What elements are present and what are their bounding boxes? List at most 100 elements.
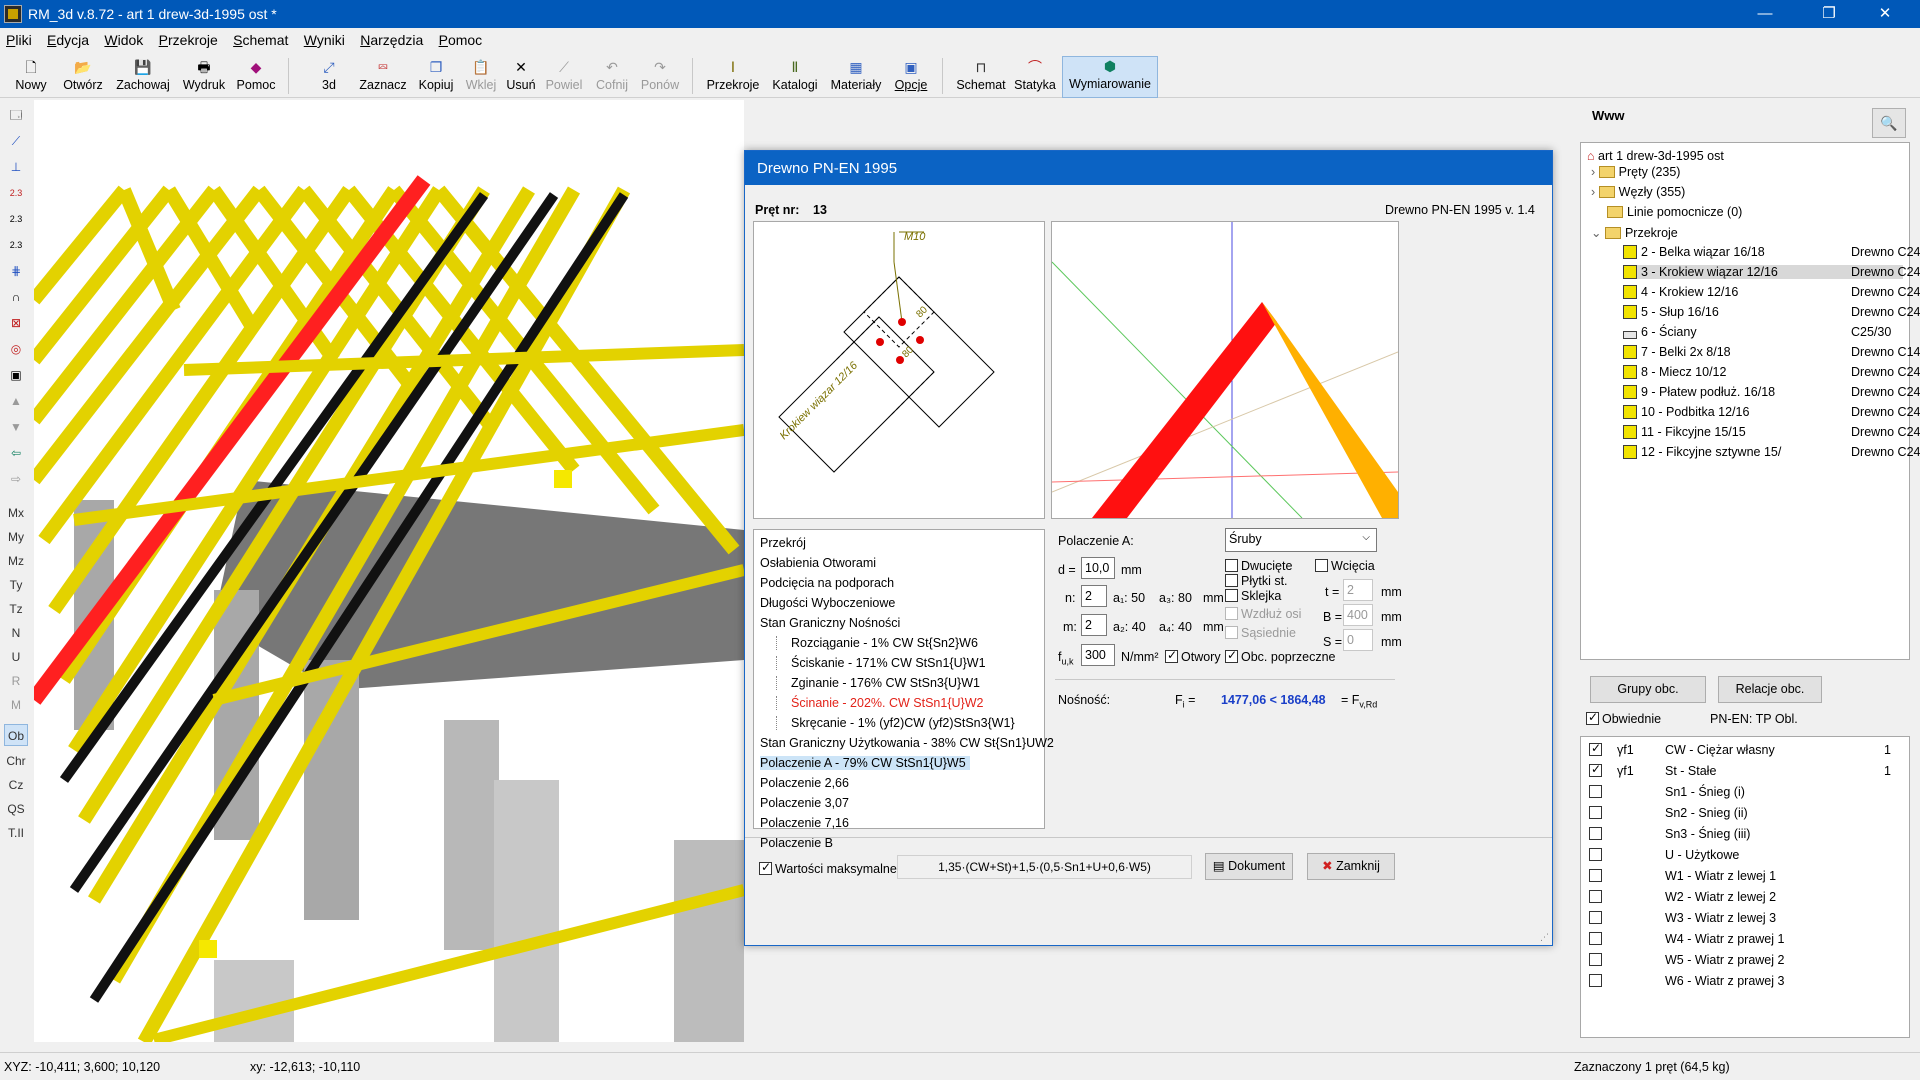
load-case-row[interactable]: γf1CW - Ciężar własny1 (1589, 741, 1905, 763)
delete-button[interactable]: ✕ Usuń (504, 58, 538, 96)
adjacent-checkbox[interactable]: Sąsiednie (1225, 626, 1296, 640)
tree-section-item[interactable]: 7 - Belki 2x 8/18 Drewno C14 (1623, 345, 1920, 359)
resize-grip-icon[interactable]: ⋰ (1540, 932, 1549, 943)
tree-section-item[interactable]: 9 - Płatew podłuż. 16/18 Drewno C24 (1623, 385, 1920, 399)
menu-edycja[interactable]: Edycja (41, 28, 95, 52)
along-axis-checkbox[interactable]: Wzdłuż osi (1225, 607, 1301, 621)
checkbox-icon[interactable] (1589, 974, 1602, 987)
fastener-type-select[interactable]: Śruby ⌵ (1225, 528, 1377, 552)
tii-toggle[interactable]: T.II (4, 822, 28, 844)
transverse-load-checkbox[interactable]: Obc. poprzeczne (1225, 648, 1336, 664)
arrow-right-icon[interactable]: ⇨ (4, 468, 28, 490)
undo-button[interactable]: ↶ Cofnij (590, 58, 634, 96)
help-button[interactable]: ◆ Pomoc (234, 58, 278, 96)
m-toggle[interactable]: M (4, 694, 28, 716)
statics-button[interactable]: ⌒ Statyka (1012, 58, 1058, 96)
mx-toggle[interactable]: Mx (4, 502, 28, 524)
tree-section-item[interactable]: 6 - Ściany C25/30 (1623, 325, 1903, 339)
check-item[interactable]: Rozciąganie - 1% CW St{Sn2}W6 (776, 636, 978, 650)
menu-przekroje[interactable]: Przekroje (153, 28, 224, 52)
plywood-checkbox[interactable]: Sklejka (1225, 589, 1281, 603)
select-button[interactable]: ⮹ Zaznacz (356, 58, 410, 96)
design-button[interactable]: ⬢ Wymiarowanie (1062, 56, 1158, 98)
menu-narzedzia[interactable]: Narzędzia (354, 28, 429, 52)
checkbox-icon[interactable] (1589, 848, 1602, 861)
save-button[interactable]: 💾 Zachowaj (114, 58, 172, 96)
ob-toggle[interactable]: Ob (4, 724, 28, 746)
check-item[interactable]: Ścinanie - 202%. CW StSn1{U}W2 (776, 696, 983, 710)
load-case-row[interactable]: W1 - Wiatr z lewej 1 (1589, 869, 1905, 889)
checkbox-icon[interactable] (1589, 806, 1602, 819)
close-dialog-button[interactable]: ✖ Zamknij (1307, 853, 1395, 880)
tree-section-item[interactable]: 11 - Fikcyjne 15/15 Drewno C24 (1623, 425, 1920, 439)
tree-section-item[interactable]: 4 - Krokiew 12/16 Drewno C24 (1623, 285, 1920, 299)
load-case-row[interactable]: W2 - Wiatr z lewej 2 (1589, 890, 1905, 910)
envelopes-checkbox[interactable]: Obwiednie (1586, 710, 1661, 726)
cz-toggle[interactable]: Cz (4, 774, 28, 796)
node-numbering-icon[interactable]: 2.3 (4, 208, 28, 230)
notches-checkbox[interactable]: Wcięcia (1315, 559, 1375, 573)
tree-section-item[interactable]: 2 - Belka wiązar 16/18 Drewno C24 (1623, 245, 1920, 259)
load-case-row[interactable]: W3 - Wiatr z lewej 3 (1589, 911, 1905, 931)
r-toggle[interactable]: R (4, 670, 28, 692)
load-cases-list[interactable]: γf1CW - Ciężar własny1γf1St - Stałe1Sn1 … (1580, 736, 1910, 1038)
check-item[interactable]: Stan Graniczny Nośności (760, 616, 900, 630)
document-button[interactable]: ▤ Dokument (1205, 853, 1293, 880)
options-button[interactable]: ▣ Opcje (892, 58, 930, 96)
ty-toggle[interactable]: Ty (4, 574, 28, 596)
checkbox-checked-icon[interactable] (1589, 762, 1602, 777)
print-button[interactable]: 🖶 Wydruk (180, 58, 228, 96)
checkbox-icon[interactable] (1589, 953, 1602, 966)
checkbox-checked-icon[interactable] (1589, 741, 1602, 756)
b-input[interactable]: 400 (1343, 604, 1373, 626)
load-case-row[interactable]: Sn2 - Snieg (ii) (1589, 806, 1905, 826)
view-tool-icon[interactable]: 🗔 (4, 104, 28, 126)
holes-checkbox[interactable]: Otwory (1165, 648, 1221, 664)
check-item[interactable]: Polaczenie A - 79% CW StSn1{U}W5 (760, 756, 970, 770)
menu-widok[interactable]: Widok (98, 28, 149, 52)
minimize-button[interactable]: — (1742, 0, 1788, 28)
model-tree[interactable]: ⌂ art 1 drew-3d-1995 ost › Pręty (235) ›… (1580, 142, 1920, 660)
s-input[interactable]: 0 (1343, 629, 1373, 651)
check-item[interactable]: Polaczenie 7,16 (760, 816, 849, 830)
t-input[interactable]: 2 (1343, 579, 1373, 601)
tree-section-item[interactable]: 12 - Fikcyjne sztywne 15/Drewno C24 (1623, 445, 1920, 459)
numbering-icon[interactable]: 2.3 (4, 182, 28, 204)
chr-toggle[interactable]: Chr (4, 750, 28, 772)
load-case-row[interactable]: W5 - Wiatr z prawej 2 (1589, 953, 1905, 973)
arrow-down-icon[interactable]: ▼ (4, 416, 28, 438)
check-item[interactable]: Skręcanie - 1% (yf2)CW (yf2)StSn3{W1} (776, 716, 1015, 730)
load-case-row[interactable]: Sn3 - Śnieg (iii) (1589, 827, 1905, 847)
close-window-button[interactable]: ✕ (1862, 0, 1908, 28)
tree-nodes[interactable]: › Węzły (355) (1591, 185, 1685, 199)
check-item[interactable]: Osłabienia Otworami (760, 556, 876, 570)
tree-section-item[interactable]: 3 - Krokiew wiązar 12/16 Drewno C24 (1623, 265, 1920, 279)
copy-button[interactable]: ❐ Kopiuj (414, 58, 458, 96)
paste-button[interactable]: 📋 Wklej (462, 58, 500, 96)
scheme-button[interactable]: ⊓ Schemat (954, 58, 1008, 96)
menu-wyniki[interactable]: Wyniki (298, 28, 351, 52)
grid-icon[interactable]: ⋕ (4, 260, 28, 282)
tree-section-item[interactable]: 10 - Podbitka 12/16 Drewno C24 (1623, 405, 1920, 419)
tz-toggle[interactable]: Tz (4, 598, 28, 620)
target-icon[interactable]: ◎ (4, 338, 28, 360)
check-item[interactable]: Polaczenie 3,07 (760, 796, 849, 810)
check-item[interactable]: Zginanie - 176% CW StSn3{U}W1 (776, 676, 980, 690)
max-values-checkbox[interactable]: Wartości maksymalne (759, 860, 897, 876)
d-input[interactable]: 10,0 (1081, 557, 1115, 579)
mz-toggle[interactable]: Mz (4, 550, 28, 572)
checkbox-icon[interactable] (1589, 869, 1602, 882)
check-item[interactable]: Stan Graniczny Użytkowania - 38% CW St{S… (760, 736, 1054, 750)
load-case-row[interactable]: γf1St - Stałe1 (1589, 762, 1905, 784)
tree-bars[interactable]: › Pręty (235) (1591, 165, 1680, 179)
my-toggle[interactable]: My (4, 526, 28, 548)
load-relations-button[interactable]: Relacje obc. (1718, 676, 1822, 703)
checkbox-icon[interactable] (1589, 890, 1602, 903)
check-item[interactable]: Polaczenie 2,66 (760, 776, 849, 790)
load-case-row[interactable]: W4 - Wiatr z prawej 1 (1589, 932, 1905, 952)
double-shear-checkbox[interactable]: Dwucięte (1225, 559, 1292, 573)
n-input[interactable]: 2 (1081, 585, 1107, 607)
qs-toggle[interactable]: QS (4, 798, 28, 820)
search-button[interactable]: 🔍 (1872, 108, 1906, 138)
check-item[interactable]: Przekrój (760, 536, 806, 550)
